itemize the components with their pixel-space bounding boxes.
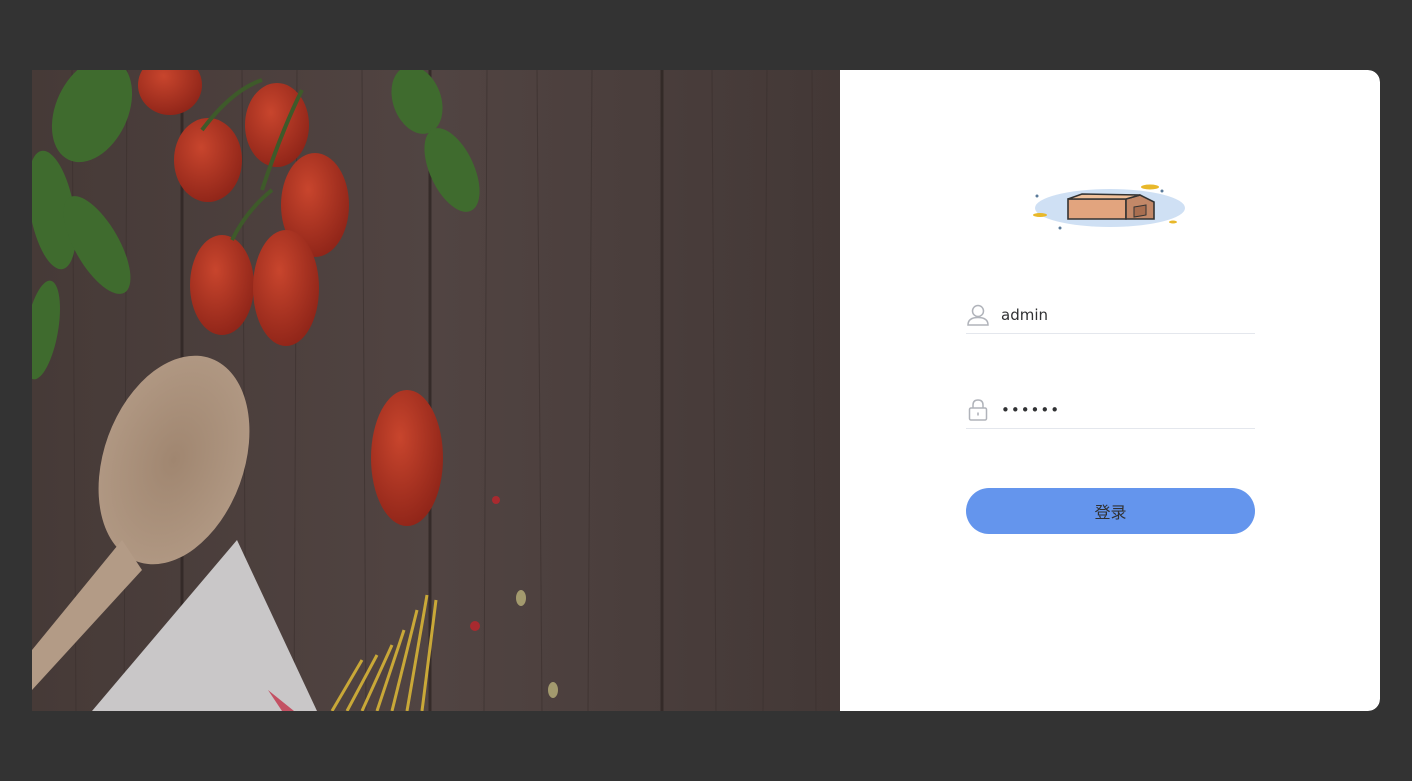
user-icon (966, 303, 990, 327)
username-input[interactable] (1001, 300, 1255, 330)
username-field (966, 297, 1255, 334)
food-on-table-illustration (32, 70, 840, 711)
login-button[interactable]: 登录 (966, 488, 1255, 534)
password-field (966, 392, 1255, 429)
package-box-icon (1033, 184, 1185, 230)
login-card: 登录 (32, 70, 1380, 711)
lock-icon (966, 398, 990, 422)
password-input[interactable] (1001, 395, 1255, 425)
login-form: 登录 (840, 70, 1380, 711)
background-photo (32, 70, 840, 711)
